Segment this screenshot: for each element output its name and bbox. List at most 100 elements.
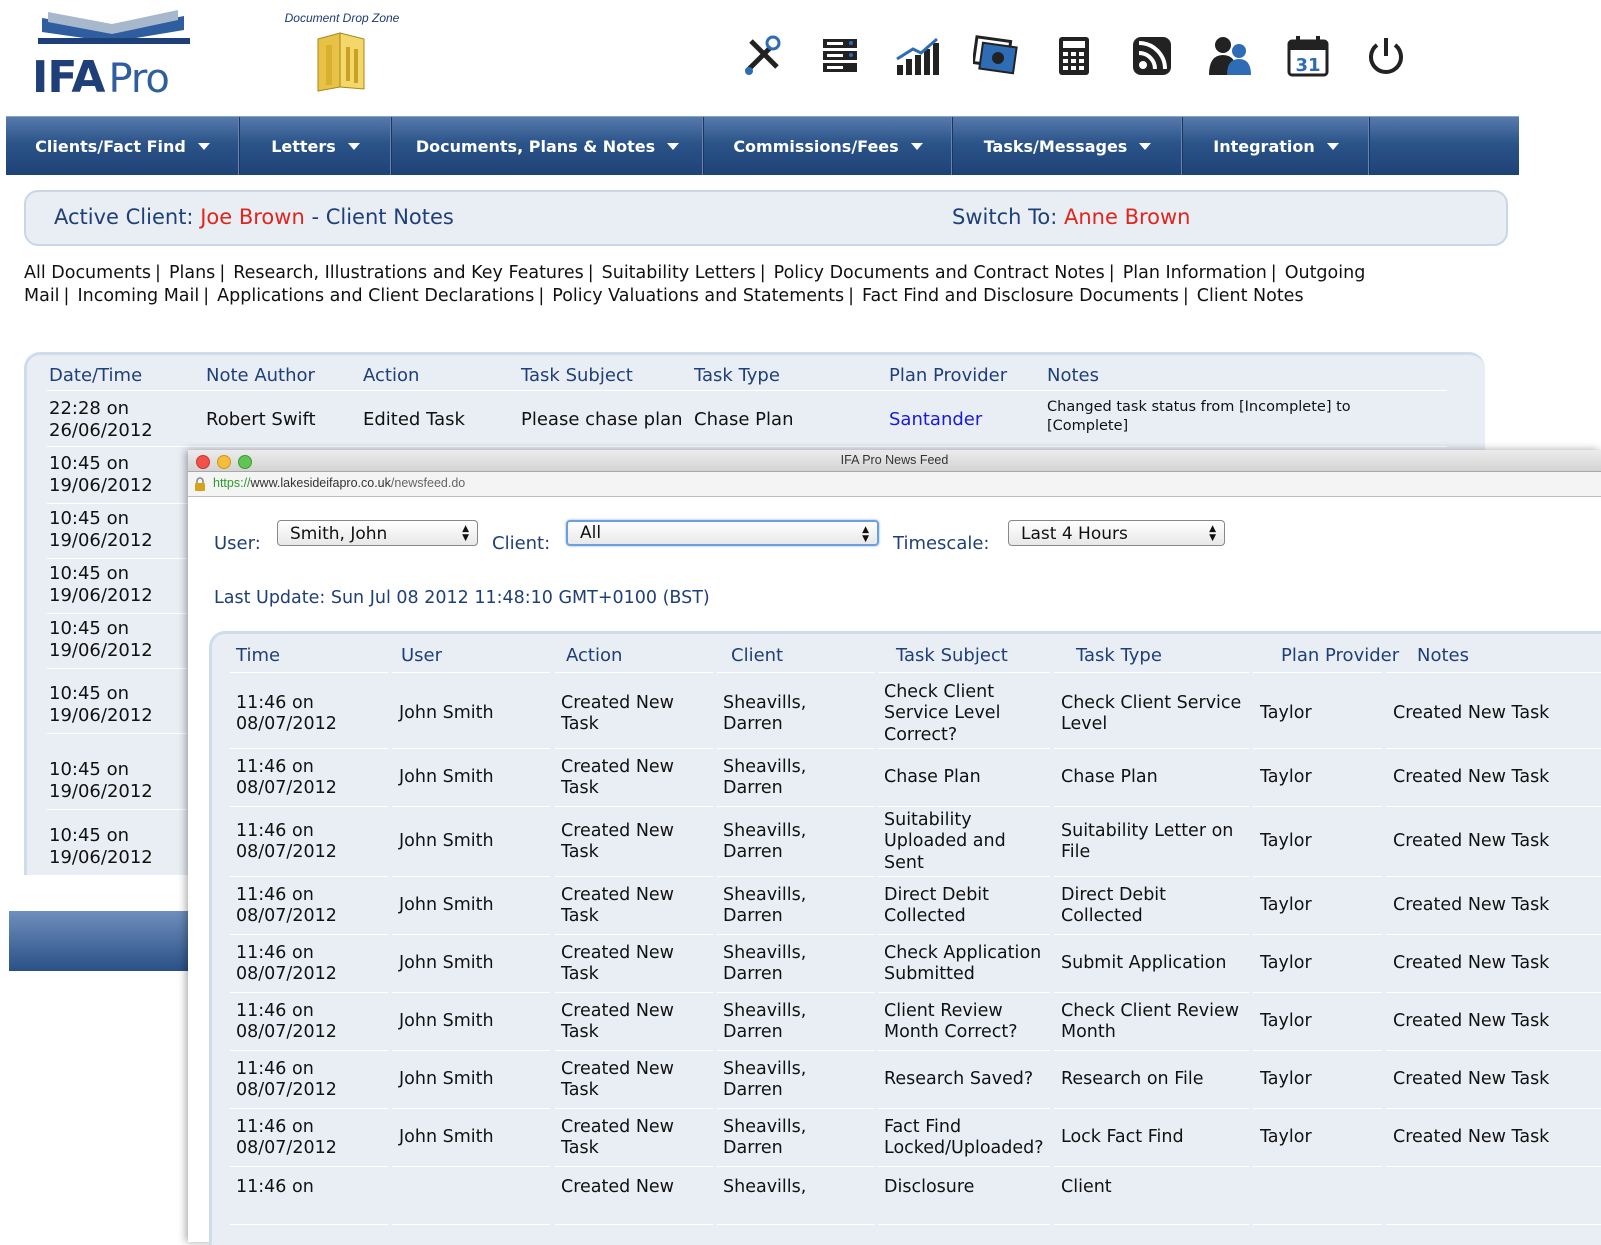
doc-link[interactable]: Fact Find and Disclosure Documents xyxy=(862,286,1179,306)
col-header-client[interactable]: Client xyxy=(731,645,783,666)
col-header-datetime[interactable]: Date/Time xyxy=(49,365,142,386)
feed-row[interactable]: 11:46 on Created New Sheavills, Disclosure C… xyxy=(228,1167,1601,1225)
nav-tasks-messages[interactable]: Tasks/Messages xyxy=(953,117,1183,175)
cell-action: Created New Task xyxy=(561,692,674,735)
cell-action: Created New xyxy=(561,1177,674,1197)
doc-link[interactable]: Research, Illustrations and Key Features xyxy=(233,263,584,283)
select-arrows-icon: ▲ ▼ xyxy=(1209,524,1216,543)
nav-documents-plans-notes[interactable]: Documents, Plans & Notes xyxy=(392,117,704,175)
feed-row[interactable]: 11:46 on 08/07/2012 John Smith Created New T… xyxy=(228,1051,1601,1109)
col-header-action[interactable]: Action xyxy=(566,645,622,666)
calendar-icon[interactable]: 31 xyxy=(1269,30,1347,82)
active-client-name[interactable]: Joe Brown xyxy=(200,205,305,229)
user-select[interactable]: Smith, John ▲ ▼ xyxy=(277,520,478,546)
caret-down-icon xyxy=(667,142,680,150)
cell-action: Created New Task xyxy=(561,1058,674,1101)
svg-text:31: 31 xyxy=(1295,55,1320,76)
nav-letters[interactable]: Letters xyxy=(240,117,392,175)
cell-time: 11:46 on 08/07/2012 xyxy=(236,820,337,863)
note-provider-link[interactable]: Santander xyxy=(889,409,982,431)
nav-clients-fact-find[interactable]: Clients/Fact Find xyxy=(6,117,240,175)
link-separator: | xyxy=(63,286,70,306)
doc-link[interactable]: Policy Documents and Contract Notes xyxy=(774,263,1105,283)
cell-task-type: Research on File xyxy=(1061,1069,1204,1090)
user-filter-label: User: xyxy=(214,533,261,554)
page-title: Client Notes xyxy=(325,205,454,229)
url-bar[interactable]: https://www.lakesideifapro.co.uk/newsfee… xyxy=(188,472,1601,497)
feed-row[interactable]: 11:46 on 08/07/2012 John Smith Created New T… xyxy=(228,993,1601,1051)
cell-action: Created New Task xyxy=(561,1116,674,1159)
note-datetime: 22:28 on 26/06/2012 xyxy=(49,398,153,441)
document-drop-zone[interactable]: Document Drop Zone xyxy=(262,11,422,97)
cell-user: John Smith xyxy=(399,895,494,916)
col-header-task-subject[interactable]: Task Subject xyxy=(521,365,633,386)
url-text[interactable]: https://www.lakesideifapro.co.uk/newsfee… xyxy=(213,476,465,490)
col-header-task-subject[interactable]: Task Subject xyxy=(896,645,1008,666)
caret-down-icon xyxy=(1139,142,1152,150)
link-separator: | xyxy=(155,263,161,283)
feed-row[interactable]: 11:46 on 08/07/2012 John Smith Created New T… xyxy=(228,1109,1601,1167)
ifa-pro-logo[interactable]: IFA Pro xyxy=(28,8,198,104)
col-header-plan-provider[interactable]: Plan Provider xyxy=(1281,645,1399,666)
chart-growth-icon[interactable] xyxy=(879,30,957,82)
col-header-notes[interactable]: Notes xyxy=(1417,645,1469,666)
cell-client: Sheavills, Darren xyxy=(723,1058,807,1101)
feed-row[interactable]: 11:46 on 08/07/2012 John Smith Created New T… xyxy=(228,749,1601,807)
cell-client: Sheavills, Darren xyxy=(723,756,807,799)
server-icon[interactable] xyxy=(801,30,879,82)
doc-link[interactable]: Policy Valuations and Statements xyxy=(552,286,844,306)
col-header-task-type[interactable]: Task Type xyxy=(1076,645,1162,666)
doc-link[interactable]: All Documents xyxy=(24,263,151,283)
link-separator: | xyxy=(759,263,766,283)
col-header-task-type[interactable]: Task Type xyxy=(694,365,780,386)
doc-link[interactable]: Plans xyxy=(169,263,215,283)
doc-link[interactable]: Plan Information xyxy=(1123,263,1267,283)
col-header-time[interactable]: Time xyxy=(236,645,280,666)
calculator-icon[interactable] xyxy=(1035,30,1113,82)
money-icon[interactable] xyxy=(957,30,1035,82)
switch-client-link[interactable]: Anne Brown xyxy=(1064,205,1191,229)
feed-row[interactable]: 11:46 on 08/07/2012 John Smith Created New T… xyxy=(228,877,1601,935)
logo-text: IFA Pro xyxy=(32,52,170,103)
note-text: Changed task status from [Incomplete] to… xyxy=(1047,399,1351,434)
cell-time: 11:46 on 08/07/2012 xyxy=(236,756,337,799)
timescale-select[interactable]: Last 4 Hours ▲ ▼ xyxy=(1008,520,1225,546)
cell-client: Sheavills, Darren xyxy=(723,1116,807,1159)
cell-time: 11:46 on 08/07/2012 xyxy=(236,692,337,735)
col-header-notes[interactable]: Notes xyxy=(1047,365,1099,386)
cell-task-subject: Suitability Uploaded and Sent xyxy=(884,809,1006,873)
client-select[interactable]: All ▲ ▼ xyxy=(566,520,879,546)
doc-link[interactable]: Applications and Client Declarations xyxy=(217,286,534,306)
window-titlebar[interactable]: IFA Pro News Feed xyxy=(188,450,1601,472)
feed-row[interactable]: 11:46 on 08/07/2012 John Smith Created New T… xyxy=(228,935,1601,993)
nav-integration[interactable]: Integration xyxy=(1183,117,1370,175)
col-header-plan-provider[interactable]: Plan Provider xyxy=(889,365,1007,386)
cell-notes: Created New Task xyxy=(1393,767,1550,788)
feed-row[interactable]: 11:46 on 08/07/2012 John Smith Created New T… xyxy=(228,807,1601,877)
link-separator: | xyxy=(219,263,226,283)
last-update-text: Last Update: Sun Jul 08 2012 11:48:10 GM… xyxy=(214,588,710,608)
col-header-user[interactable]: User xyxy=(401,645,442,666)
nav-commissions-fees[interactable]: Commissions/Fees xyxy=(704,117,953,175)
cell-notes: Created New Task xyxy=(1393,1069,1550,1090)
cell-plan-provider: Taylor xyxy=(1260,703,1312,724)
cell-task-subject: Disclosure xyxy=(884,1177,975,1197)
cell-action: Created New Task xyxy=(561,820,674,863)
cell-time: 11:46 on xyxy=(236,1177,314,1197)
doc-link[interactable]: Client Notes xyxy=(1197,286,1304,306)
tools-icon[interactable] xyxy=(723,30,801,82)
col-header-action[interactable]: Action xyxy=(363,365,419,386)
cell-task-subject: Fact Find Locked/Uploaded? xyxy=(884,1116,1044,1159)
col-header-note-author[interactable]: Note Author xyxy=(206,365,315,386)
cell-notes: Created New Task xyxy=(1393,831,1550,852)
power-icon[interactable] xyxy=(1347,30,1425,82)
rss-icon[interactable] xyxy=(1113,30,1191,82)
note-datetime: 10:45 on 19/06/2012 xyxy=(49,563,153,606)
caret-down-icon xyxy=(347,142,360,150)
cell-notes: Created New Task xyxy=(1393,953,1550,974)
doc-link[interactable]: Suitability Letters xyxy=(602,263,756,283)
users-icon[interactable] xyxy=(1191,30,1269,82)
feed-row[interactable]: 11:46 on 08/07/2012 John Smith Created New T… xyxy=(228,679,1601,749)
doc-link[interactable]: Incoming Mail xyxy=(77,286,199,306)
caret-down-icon xyxy=(1326,142,1339,150)
